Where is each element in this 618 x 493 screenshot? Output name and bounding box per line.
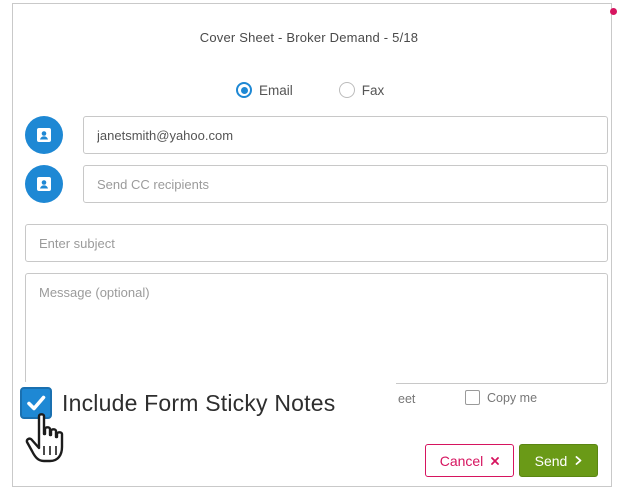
cancel-label: Cancel (439, 452, 484, 469)
corner-indicator (610, 8, 617, 15)
radio-email-indicator[interactable] (236, 82, 252, 98)
chevron-right-icon (575, 456, 582, 465)
send-label: Send (534, 452, 568, 469)
send-button[interactable]: Send (519, 444, 598, 477)
subject-field[interactable] (25, 224, 608, 262)
hand-pointer-icon (25, 413, 64, 463)
cc-recipients-field[interactable] (83, 165, 608, 203)
cc-contacts-button[interactable] (25, 165, 63, 203)
radio-fax[interactable]: Fax (338, 82, 385, 98)
radio-email-label: Email (259, 82, 293, 98)
radio-fax-indicator[interactable] (338, 82, 355, 98)
radio-fax-label: Fax (361, 82, 385, 98)
address-book-icon (37, 177, 51, 191)
checkmark-icon (27, 395, 46, 411)
radio-email[interactable]: Email (236, 82, 293, 98)
copy-me-label: Copy me (487, 390, 538, 405)
cancel-button[interactable]: Cancel (425, 444, 514, 477)
to-recipient-field[interactable] (83, 116, 608, 154)
send-method-group: Email Fax (236, 82, 384, 98)
message-field[interactable] (25, 273, 608, 384)
address-book-icon (37, 128, 51, 142)
close-icon (491, 456, 500, 465)
dialog-title: Cover Sheet - Broker Demand - 5/18 (199, 30, 419, 45)
copy-me-checkbox[interactable] (465, 390, 480, 405)
to-contacts-button[interactable] (25, 116, 63, 154)
cover-sheet-option-label: eet (398, 392, 416, 406)
copy-me-option[interactable]: Copy me (465, 390, 537, 405)
sticky-notes-label: Include Form Sticky Notes (62, 389, 336, 416)
